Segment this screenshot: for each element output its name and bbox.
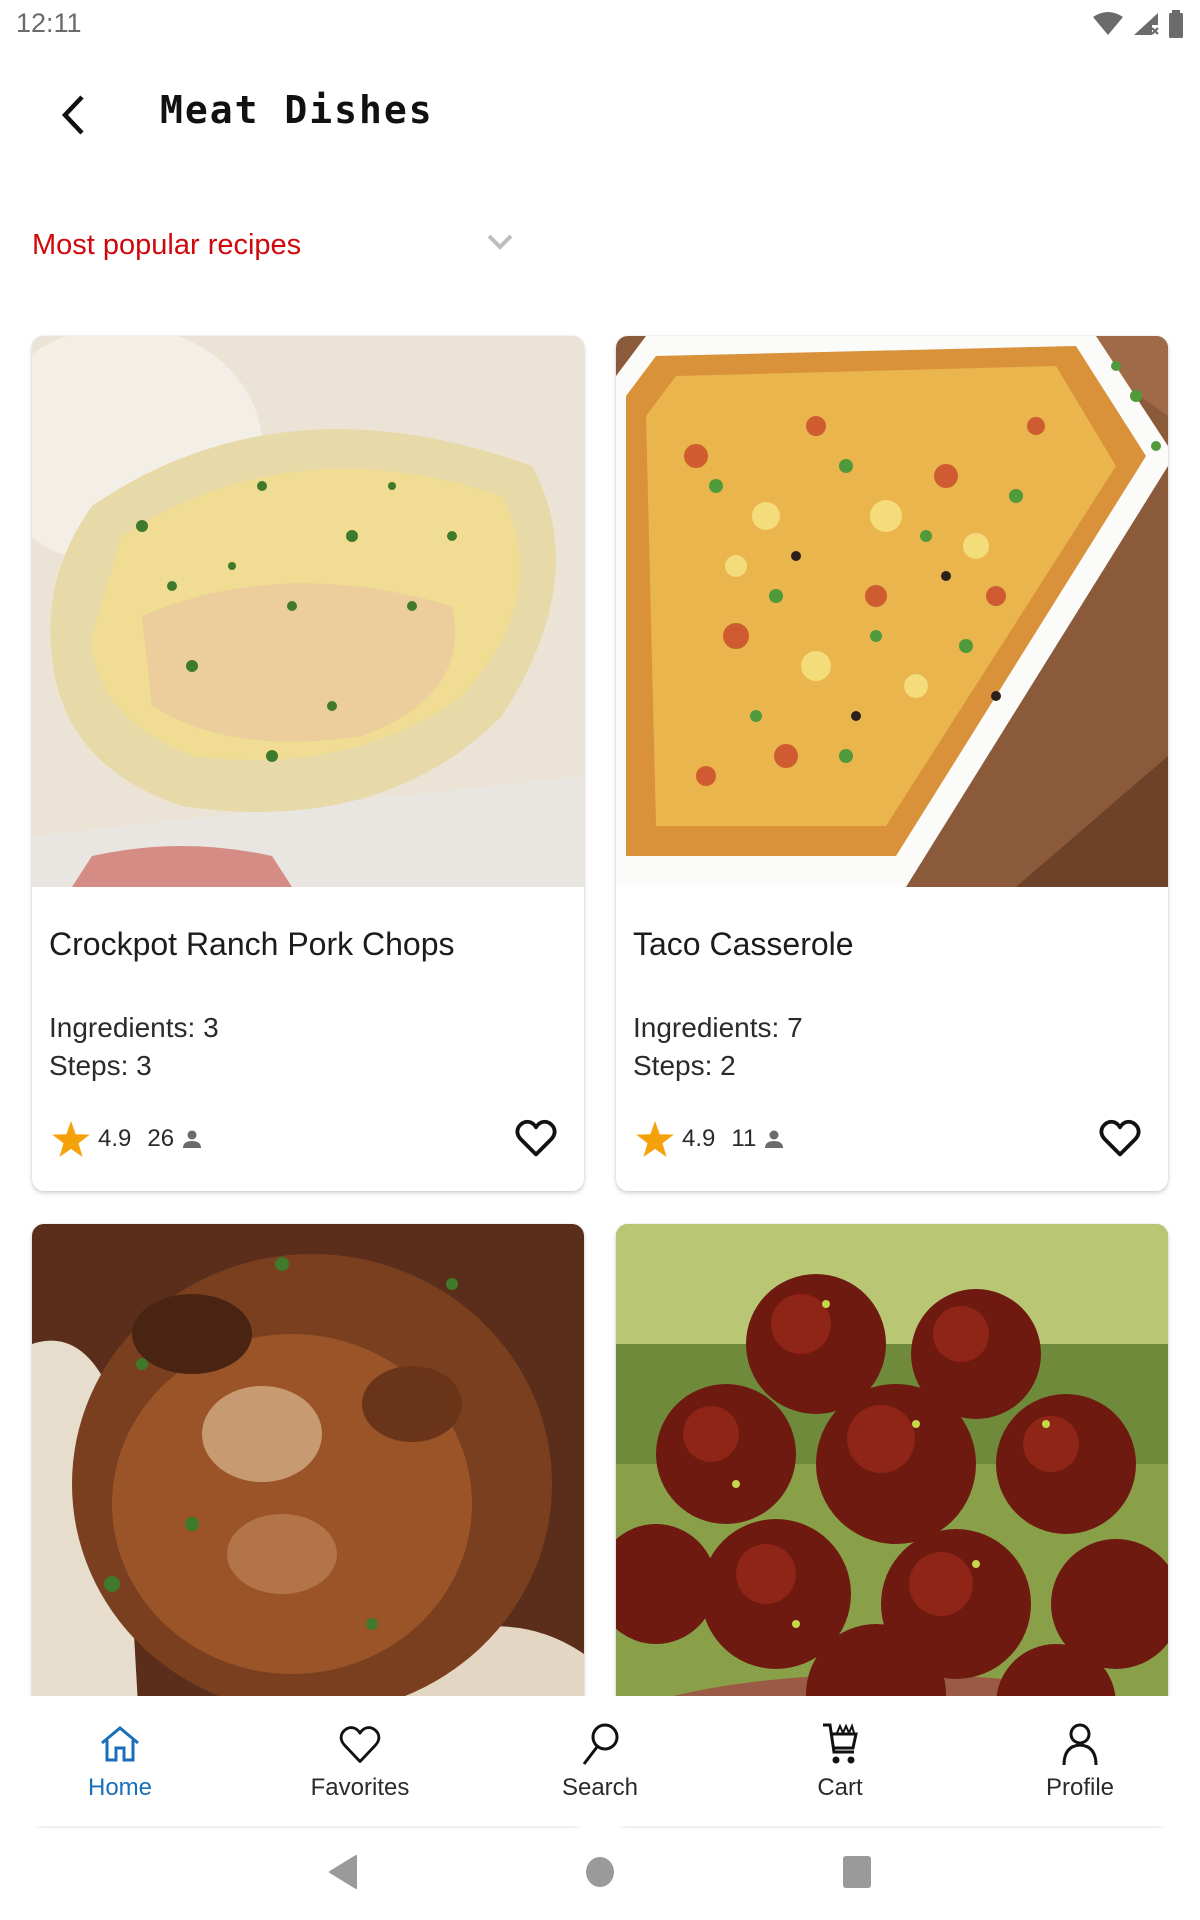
nav-item-favorites[interactable]: Favorites: [240, 1696, 480, 1826]
nav-item-home[interactable]: Home: [0, 1696, 240, 1826]
recipe-steps: Steps: 3: [49, 1050, 152, 1081]
review-count: 11: [731, 1125, 757, 1152]
recipe-ingredients: Ingredients: 3: [49, 1012, 219, 1043]
favorite-button[interactable]: [1096, 1114, 1144, 1162]
wifi-icon: [1093, 12, 1123, 35]
recipe-rating: 4.9 26: [52, 1121, 202, 1157]
person-icon: [764, 1129, 784, 1149]
favorite-button[interactable]: [512, 1114, 560, 1162]
nav-label: Favorites: [310, 1774, 410, 1801]
nav-item-profile[interactable]: Profile: [960, 1696, 1200, 1826]
recipe-image: [616, 1224, 1168, 1775]
bottom-nav: Home Favorites Search Cart Profile: [0, 1696, 1200, 1826]
search-icon: [582, 1723, 619, 1765]
home-circle-icon[interactable]: [585, 1854, 615, 1890]
chevron-down-icon: [487, 234, 513, 250]
status-time: 12:11: [16, 8, 82, 38]
nav-item-cart[interactable]: Cart: [720, 1696, 960, 1826]
recipe-card[interactable]: Taco Casserole Ingredients: 7 Steps: 2 4…: [616, 336, 1168, 1191]
recipe-image: [616, 336, 1168, 887]
nav-label: Home: [87, 1774, 153, 1801]
recents-square-icon[interactable]: [842, 1854, 872, 1890]
app-header: Meat Dishes: [0, 60, 1200, 170]
nav-label: Search: [561, 1774, 639, 1801]
recipe-steps: Steps: 2: [633, 1050, 736, 1081]
recipe-image: [32, 336, 584, 887]
profile-icon: [1062, 1723, 1098, 1766]
home-icon: [101, 1726, 139, 1762]
page-title: Meat Dishes: [160, 88, 434, 132]
status-bar: 12:11: [0, 0, 1200, 50]
heart-outline-icon: [515, 1119, 557, 1157]
heart-icon: [339, 1726, 381, 1763]
battery-icon: [1169, 10, 1183, 38]
signal-no-data-icon: [1134, 13, 1159, 35]
nav-item-search[interactable]: Search: [480, 1696, 720, 1826]
recipe-ingredients: Ingredients: 7: [633, 1012, 803, 1043]
status-icons: [1092, 10, 1184, 38]
recipe-card[interactable]: Crockpot Ranch Pork Chops Ingredients: 3…: [32, 336, 584, 1191]
review-count: 26: [147, 1125, 175, 1152]
person-icon: [182, 1129, 202, 1149]
sort-selected-label: Most popular recipes: [32, 229, 302, 261]
rating-value: 4.9: [98, 1125, 132, 1152]
nav-label: Cart: [817, 1774, 863, 1801]
recipe-rating: 4.9 11: [636, 1121, 784, 1157]
recipe-title: Crockpot Ranch Pork Chops: [49, 926, 455, 962]
back-triangle-icon[interactable]: [328, 1854, 358, 1890]
back-button[interactable]: [46, 88, 100, 142]
nav-label: Profile: [1045, 1774, 1115, 1801]
heart-outline-icon: [1099, 1119, 1141, 1157]
recipe-image: [32, 1224, 584, 1775]
chevron-left-icon: [61, 95, 84, 135]
cart-icon: [823, 1723, 858, 1764]
system-navigation-bar: [0, 1826, 1200, 1920]
star-icon: [52, 1121, 90, 1157]
recipe-title: Taco Casserole: [633, 926, 854, 962]
rating-value: 4.9: [682, 1125, 716, 1152]
star-icon: [636, 1121, 674, 1157]
sort-dropdown[interactable]: Most popular recipes: [32, 225, 522, 275]
